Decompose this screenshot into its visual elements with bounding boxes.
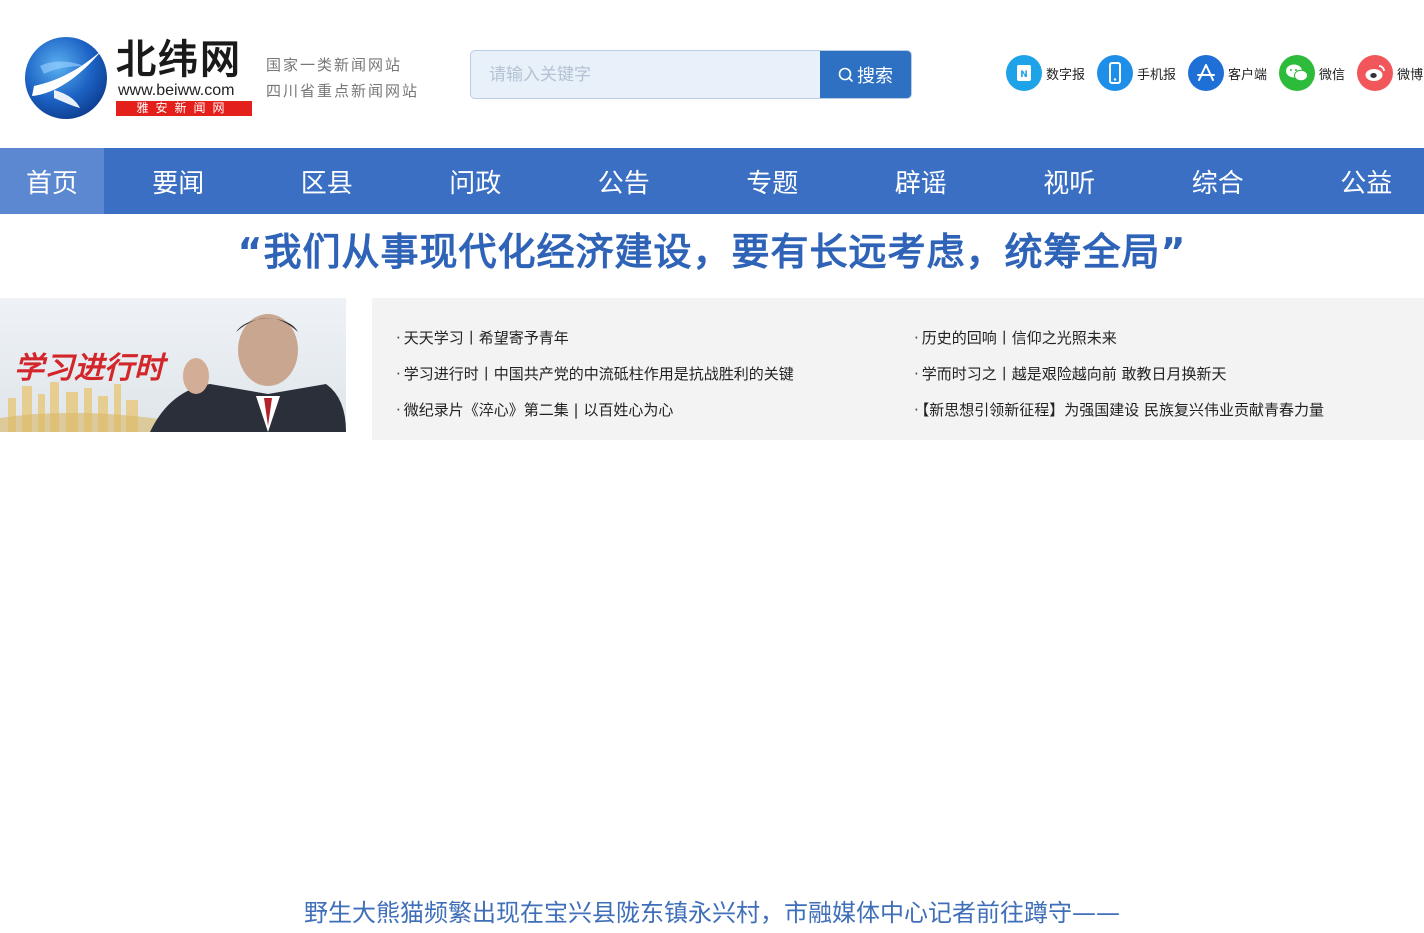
nav-item-home[interactable]: 首页 bbox=[0, 148, 104, 214]
app-store-icon bbox=[1188, 55, 1225, 91]
study-banner-text: 学习进行时 bbox=[14, 351, 169, 386]
app-link-wechat[interactable]: 微信 bbox=[1279, 55, 1345, 91]
svg-text:N: N bbox=[1020, 70, 1028, 80]
slogan-1: 国家一类新闻网站 bbox=[266, 56, 403, 74]
headline-link[interactable]: “我们从事现代化经济建设，要有长远考虑，统筹全局” bbox=[0, 226, 1424, 278]
slogan-2: 四川省重点新闻网站 bbox=[266, 82, 420, 100]
study-news-link[interactable]: 【新思想引领新征程】为强国建设 民族复兴伟业贡献青春力量 bbox=[914, 392, 1324, 428]
nav-item-inquiry[interactable]: 问政 bbox=[401, 148, 550, 214]
study-news-panel: 天天学习丨希望寄予青年 学习进行时丨中国共产党的中流砥柱作用是抗战胜利的关键 微… bbox=[372, 298, 1424, 440]
site-logo-icon[interactable] bbox=[24, 36, 108, 120]
app-link-mobile-paper[interactable]: 手机报 bbox=[1097, 55, 1176, 91]
study-news-left: 天天学习丨希望寄予青年 学习进行时丨中国共产党的中流砥柱作用是抗战胜利的关键 微… bbox=[396, 320, 794, 428]
search-input[interactable] bbox=[471, 51, 821, 98]
site-slogans: 国家一类新闻网站 四川省重点新闻网站 bbox=[266, 52, 419, 104]
app-label-client: 客户端 bbox=[1228, 67, 1268, 83]
feature-headline-link[interactable]: 野生大熊猫频繁出现在宝兴县陇东镇永兴村，市融媒体中心记者前往蹲守—— bbox=[0, 893, 1424, 933]
study-banner-image: 学习进行时 bbox=[0, 298, 346, 432]
search-box: 搜索 bbox=[470, 50, 912, 99]
logo-subtitle: 雅安新闻网 bbox=[116, 101, 252, 116]
nav-item-general[interactable]: 综合 bbox=[1144, 148, 1293, 214]
site-logo[interactable]: 北纬网 www.beiww.com 雅安新闻网 bbox=[116, 38, 256, 116]
app-link-digital-paper[interactable]: N 数字报 bbox=[1006, 55, 1085, 91]
study-news-right: 历史的回响丨信仰之光照未来 学而时习之丨越是艰险越向前 敢教日月换新天 【新思想… bbox=[914, 320, 1324, 428]
logo-url: www.beiww.com bbox=[118, 82, 235, 99]
nav-item-media[interactable]: 视听 bbox=[995, 148, 1144, 214]
search-button-label: 搜索 bbox=[857, 65, 893, 87]
app-label-digital-paper: 数字报 bbox=[1046, 67, 1086, 83]
weibo-icon bbox=[1357, 55, 1394, 91]
study-news-link[interactable]: 学习进行时丨中国共产党的中流砥柱作用是抗战胜利的关键 bbox=[396, 356, 794, 392]
nav-item-charity[interactable]: 公益 bbox=[1292, 148, 1424, 214]
study-banner[interactable]: 学习进行时 bbox=[0, 298, 346, 432]
app-link-weibo[interactable]: 微博 bbox=[1357, 55, 1423, 91]
logo-name: 北纬网 bbox=[116, 37, 242, 83]
site-header: 北纬网 www.beiww.com 雅安新闻网 国家一类新闻网站 四川省重点新闻… bbox=[0, 0, 1424, 148]
mobile-phone-icon bbox=[1097, 55, 1134, 91]
nav-item-news[interactable]: 要闻 bbox=[104, 148, 253, 214]
app-links: N 数字报 手机报 客户端 微信 微博 bbox=[1006, 55, 1424, 91]
app-label-mobile-paper: 手机报 bbox=[1137, 67, 1177, 83]
study-news-link[interactable]: 历史的回响丨信仰之光照未来 bbox=[914, 320, 1324, 356]
nav-item-topics[interactable]: 专题 bbox=[698, 148, 847, 214]
study-news-link[interactable]: 微纪录片《淬心》第二集 | 以百姓心为心 bbox=[396, 392, 794, 428]
main-nav: 首页 要闻 区县 问政 公告 专题 辟谣 视听 综合 公益 bbox=[0, 148, 1424, 214]
study-news-link[interactable]: 天天学习丨希望寄予青年 bbox=[396, 320, 794, 356]
search-button[interactable]: 搜索 bbox=[820, 51, 911, 98]
app-link-client[interactable]: 客户端 bbox=[1188, 55, 1267, 91]
nav-item-notices[interactable]: 公告 bbox=[550, 148, 699, 214]
app-label-weibo: 微博 bbox=[1397, 67, 1424, 83]
nav-item-rumor-refute[interactable]: 辟谣 bbox=[847, 148, 996, 214]
study-news-link[interactable]: 学而时习之丨越是艰险越向前 敢教日月换新天 bbox=[914, 356, 1324, 392]
nav-item-districts[interactable]: 区县 bbox=[253, 148, 402, 214]
search-icon bbox=[838, 67, 854, 82]
digital-paper-icon: N bbox=[1006, 55, 1042, 91]
wechat-icon bbox=[1279, 55, 1316, 91]
app-label-wechat: 微信 bbox=[1319, 67, 1346, 83]
